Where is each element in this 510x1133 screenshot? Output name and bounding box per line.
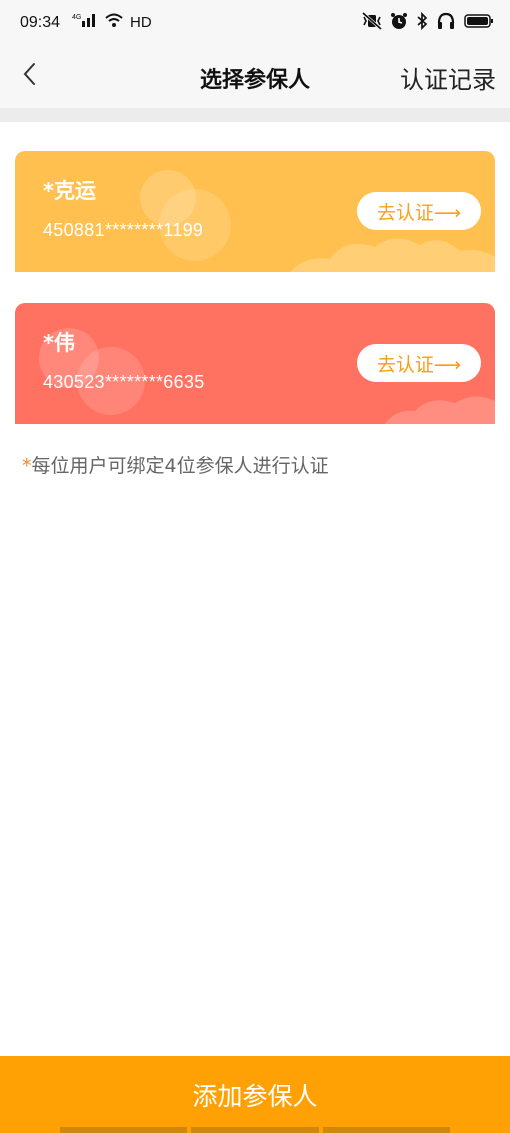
divider-band — [0, 108, 510, 122]
add-insured-label: 添加参保人 — [192, 1081, 318, 1111]
alarm-icon — [390, 12, 408, 34]
verify-button[interactable]: 去认证⟶ — [357, 344, 481, 382]
insured-card[interactable]: *克运 450881********1199 去认证⟶ — [15, 151, 495, 272]
status-left-icons: 4G HD — [72, 12, 152, 32]
insured-name: *克运 — [43, 179, 96, 203]
insured-id-number: 430523********6635 — [43, 372, 205, 392]
signal-icon: 4G — [72, 12, 98, 32]
bluetooth-icon — [416, 11, 428, 34]
note-asterisk: * — [22, 455, 32, 477]
insured-card[interactable]: *伟 430523********6635 去认证⟶ — [15, 303, 495, 424]
note-text: 每位用户可绑定4位参保人进行认证 — [31, 455, 329, 477]
bottom-shadow — [60, 1127, 450, 1133]
auth-records-link[interactable]: 认证记录 — [400, 60, 496, 95]
binding-note: *每位用户可绑定4位参保人进行认证 — [22, 451, 329, 478]
insured-name: *伟 — [43, 331, 75, 355]
mute-vibrate-icon — [362, 11, 382, 34]
network-label: HD — [130, 13, 152, 31]
add-insured-button[interactable]: 添加参保人 — [0, 1056, 510, 1133]
verify-button[interactable]: 去认证⟶ — [357, 192, 481, 230]
status-right-icons — [362, 11, 494, 34]
nav-bar: 选择参保人 认证记录 — [0, 44, 510, 108]
wifi-icon — [104, 12, 124, 32]
headphones-icon — [436, 12, 456, 34]
battery-icon — [464, 13, 494, 33]
status-time: 09:34 — [20, 14, 61, 31]
svg-text:4G: 4G — [72, 14, 81, 21]
insured-id-number: 450881********1199 — [43, 220, 204, 240]
status-bar: 09:34 4G HD — [0, 0, 510, 44]
